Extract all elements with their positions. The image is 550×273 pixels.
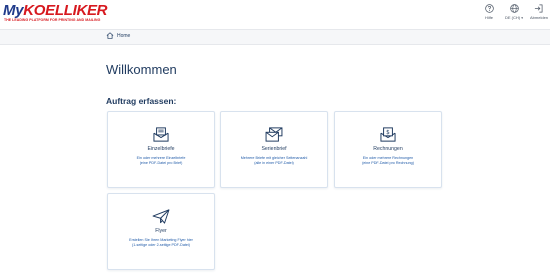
card-description: Mehrere Briefe mit gleicher Seitenanzahl… <box>240 156 308 165</box>
home-icon <box>106 32 114 39</box>
breadcrumb-home-label: Home <box>117 32 131 39</box>
logout-button[interactable]: Abmelden <box>530 4 549 20</box>
card-title: Rechnungen <box>373 146 403 152</box>
page-title: Willkommen <box>106 62 177 77</box>
card-description: Ein oder mehrere Rechnungen (eine PDF-Da… <box>362 156 414 165</box>
logo-tagline: THE LEADING PLATFORM FOR PRINTING AND MA… <box>4 18 101 22</box>
card-rechnungen[interactable]: $ Rechnungen Ein oder mehrere Rechnungen… <box>334 111 442 188</box>
section-title: Auftrag erfassen: <box>106 96 177 106</box>
globe-icon <box>509 4 519 13</box>
card-title: Serienbrief <box>261 146 287 152</box>
card-title: Flyer <box>155 228 167 234</box>
card-einzelbriefe[interactable]: Einzelbriefe Ein oder mehrere Einzelbrie… <box>107 111 215 188</box>
logo-wordmark: MyKOELLIKER <box>3 2 108 19</box>
top-header: MyKOELLIKER THE LEADING PLATFORM FOR PRI… <box>0 0 550 29</box>
stacked-envelopes-icon <box>265 127 283 142</box>
help-button[interactable]: Hilfe <box>480 4 498 20</box>
card-description: Ein oder mehrere Einzelbriefe (eine PDF-… <box>136 156 186 165</box>
envelope-letter-icon <box>153 127 169 142</box>
paper-plane-icon <box>152 209 170 224</box>
svg-text:$: $ <box>386 130 390 136</box>
card-title: Einzelbriefe <box>147 146 175 152</box>
card-description: Erstellen Sie Ihren Marketing Flyer hier… <box>129 238 193 247</box>
help-label: Hilfe <box>484 15 493 20</box>
logout-icon <box>534 4 542 13</box>
card-serienbrief[interactable]: Serienbrief Mehrere Briefe mit gleicher … <box>220 111 328 188</box>
chevron-down-icon: ▾ <box>521 16 523 20</box>
language-selector[interactable]: DE (CH) ▾ <box>504 4 524 20</box>
breadcrumb-home[interactable]: Home <box>106 32 130 39</box>
breadcrumb: Home <box>0 29 550 45</box>
language-label: DE (CH) <box>505 15 521 20</box>
help-icon <box>484 4 494 13</box>
invoice-envelope-icon: $ <box>380 127 396 142</box>
card-flyer[interactable]: Flyer Erstellen Sie Ihren Marketing Flye… <box>107 193 215 270</box>
mykoelliker-logo[interactable]: MyKOELLIKER THE LEADING PLATFORM FOR PRI… <box>3 3 143 25</box>
logout-label: Abmelden <box>530 15 549 20</box>
